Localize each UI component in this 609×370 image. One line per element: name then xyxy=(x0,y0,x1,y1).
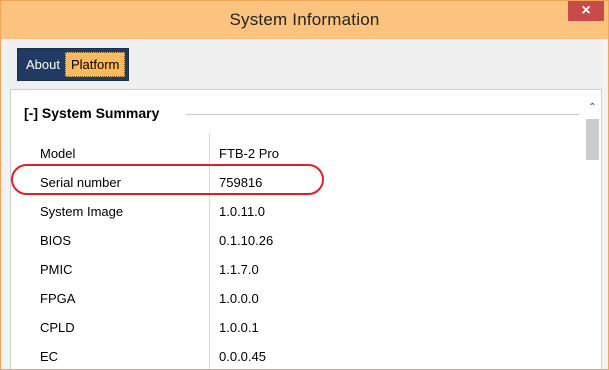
row-value: 1.1.7.0 xyxy=(219,262,259,277)
row-value: FTB-2 Pro xyxy=(219,146,279,161)
row-label: System Image xyxy=(40,204,124,219)
row-label: Model xyxy=(40,146,76,161)
vertical-scrollbar[interactable]: ⌃ xyxy=(584,100,601,369)
table-row: System Image 1.0.11.0 xyxy=(11,198,581,227)
row-label: EC xyxy=(40,349,59,364)
window-title: System Information xyxy=(229,10,380,29)
row-label: BIOS xyxy=(40,233,72,248)
row-value: 0.0.0.45 xyxy=(219,349,266,364)
system-summary-toggle[interactable]: [-] System Summary xyxy=(24,105,166,121)
row-value: 1.0.0.1 xyxy=(219,320,259,335)
row-value: 0.1.10.26 xyxy=(219,233,274,248)
chevron-up-icon[interactable]: ⌃ xyxy=(584,100,601,116)
title-bar[interactable]: System Information × xyxy=(1,1,608,39)
table-row: FPGA 1.0.0.0 xyxy=(11,285,581,314)
serial-number-highlight xyxy=(11,164,324,195)
tab-bar: About Platform xyxy=(5,39,604,89)
row-value: 1.0.0.0 xyxy=(219,291,259,306)
tab-about[interactable]: About xyxy=(21,52,65,77)
table-row: BIOS 0.1.10.26 xyxy=(11,227,581,256)
row-label: CPLD xyxy=(40,320,75,335)
tab-platform[interactable]: Platform xyxy=(64,52,126,77)
section-divider xyxy=(186,114,579,115)
row-label: PMIC xyxy=(40,262,73,277)
table-row: EC 0.0.0.45 xyxy=(11,343,581,369)
scroll-thumb[interactable] xyxy=(586,119,599,160)
row-value: 1.0.11.0 xyxy=(219,204,266,219)
system-summary-panel: [-] System Summary ⌃ Model FTB-2 Pro Ser… xyxy=(10,89,602,369)
table-row: CPLD 1.0.0.1 xyxy=(11,314,581,343)
close-button[interactable]: × xyxy=(568,1,604,21)
row-label: FPGA xyxy=(40,291,76,306)
table-row: PMIC 1.1.7.0 xyxy=(11,256,581,285)
tab-group: About Platform xyxy=(17,48,130,81)
